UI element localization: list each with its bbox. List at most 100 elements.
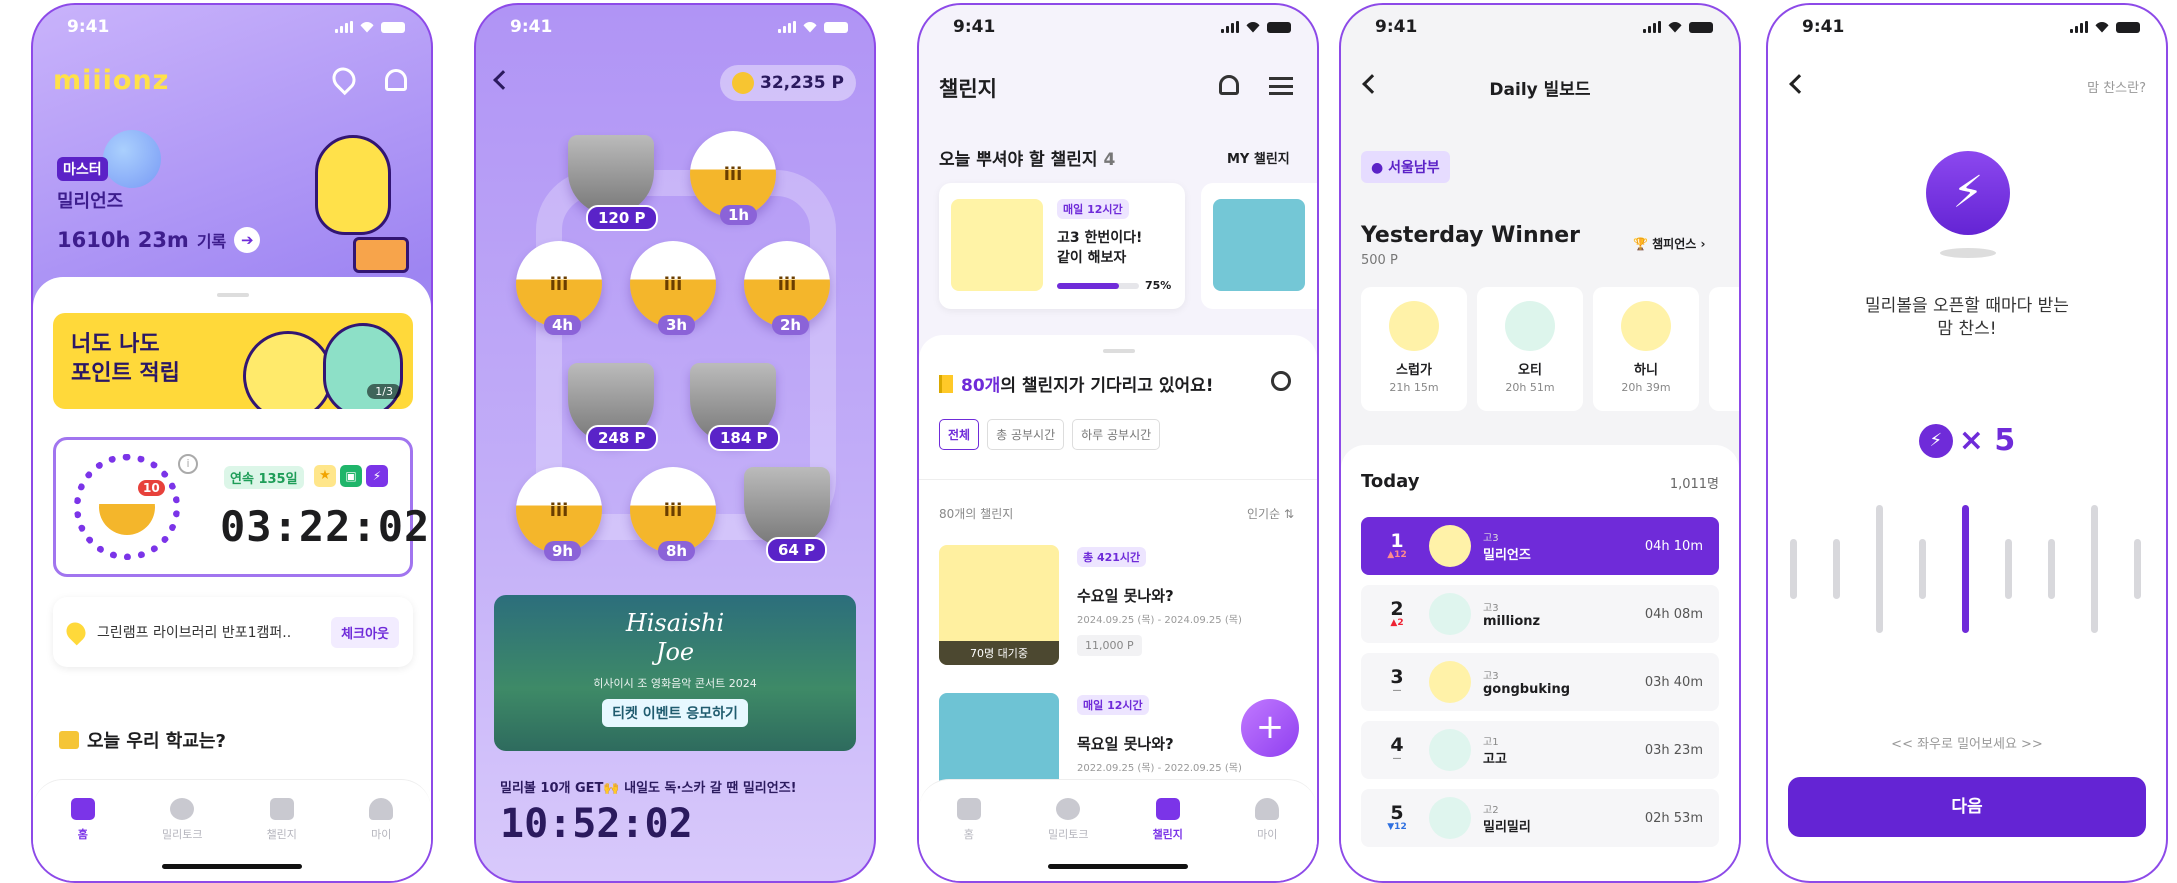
info-icon[interactable]: i xyxy=(178,454,198,474)
winner-points: 500 P xyxy=(1361,253,1398,268)
chance-message: 밀리볼을 오픈할 때마다 받는 맘 찬스! xyxy=(1865,296,2069,339)
help-link[interactable]: 맘 찬스란? xyxy=(2087,77,2146,96)
status-bar: 9:41 xyxy=(33,5,431,49)
nav-home[interactable]: 홈 xyxy=(939,798,999,881)
reward-label: 248 P xyxy=(586,425,658,451)
page-title: 챌린지 xyxy=(939,77,997,101)
champions-link[interactable]: 🏆 챔피언스 › xyxy=(1633,235,1705,252)
filter-daily[interactable]: 하루 공부시간 xyxy=(1072,419,1161,450)
bolt-icon: ⚡ xyxy=(1918,423,1953,458)
banner-mascot xyxy=(243,331,333,409)
winner-avatar xyxy=(1505,301,1555,351)
school-icon: ▣ xyxy=(340,465,362,487)
add-challenge-button[interactable]: + xyxy=(1241,699,1299,757)
bell-icon[interactable] xyxy=(1219,75,1239,95)
winner-card[interactable] xyxy=(1709,287,1739,411)
username: 밀리언즈 xyxy=(57,191,124,212)
location-card[interactable]: 그린램프 라이브러리 반포1캠퍼.. 체크아웃 xyxy=(53,597,413,667)
nav-home[interactable]: 홈 xyxy=(53,798,113,881)
rank-row[interactable]: 2 ▲2 고3 millionz 04h 08m xyxy=(1361,585,1719,643)
waiting-count: 70명 대기중 xyxy=(939,641,1059,665)
school-section-title: 오늘 우리 학교는? xyxy=(59,727,226,753)
reward-label: 3h xyxy=(658,315,696,335)
avatar xyxy=(1429,525,1471,567)
concert-banner[interactable]: Hisaishi Joe 히사이시 조 영화음악 콘서트 2024 티켓 이벤트 … xyxy=(494,595,856,751)
points-chip[interactable]: 32,235 P xyxy=(720,65,856,101)
bell-icon[interactable] xyxy=(385,69,407,91)
chance-screen: 9:41 맘 찬스란? ⚡ 밀리볼을 오픈할 때마다 받는 맘 찬스! ⚡ × 5 … xyxy=(1766,3,2168,883)
card-progress-pct: 75% xyxy=(1145,279,1172,292)
my-challenge-link[interactable]: MY 챌린지 xyxy=(1227,148,1290,167)
nav-my[interactable]: 마이 xyxy=(351,798,411,881)
card-thumbnail xyxy=(951,199,1043,291)
region-badge[interactable]: ● 서울남부 xyxy=(1361,151,1450,183)
item-tag: 매일 12시간 xyxy=(1077,695,1149,715)
back-icon[interactable] xyxy=(493,70,513,90)
card-tag: 매일 12시간 xyxy=(1057,199,1129,219)
home-icon xyxy=(956,798,981,820)
menu-icon[interactable] xyxy=(1269,77,1293,95)
study-timer-card[interactable]: 10 i 연속 135일 ★ ▣ ⚡ 03:22:02 xyxy=(53,437,429,577)
sort-dropdown[interactable]: 인기순 ⇅ xyxy=(1247,505,1294,522)
checkout-button[interactable]: 체크아웃 xyxy=(331,616,399,648)
location-pin-icon: ● xyxy=(1371,160,1384,176)
item-title: 수요일 못나와? xyxy=(1077,587,1174,605)
planet-decoration xyxy=(103,130,161,188)
concert-script: Hisaishi Joe xyxy=(625,609,725,666)
arrow-right-icon: ➔ xyxy=(234,227,261,253)
rank-row[interactable]: 3— 고3 gongbuking 03h 40m xyxy=(1361,653,1719,711)
back-icon[interactable] xyxy=(1789,74,1809,94)
sheet-handle[interactable] xyxy=(1103,349,1135,353)
app-logo: miiionz xyxy=(53,65,170,96)
next-challenge-card[interactable] xyxy=(1201,183,1317,309)
promo-banner[interactable]: 너도 나도 포인트 적립 1/3 xyxy=(53,313,413,409)
sheet-handle[interactable] xyxy=(217,293,249,297)
flag-icon xyxy=(269,798,294,820)
list-count: 80개의 챌린지 xyxy=(939,507,1014,521)
card-thumbnail xyxy=(1213,199,1305,291)
location-name: 그린램프 라이브러리 반포1캠퍼.. xyxy=(97,625,292,641)
today-sheet: Today 1,011명 1 ▲12 고3 밀리언즈 04h 10m 2 ▲2 고3 mill… xyxy=(1341,445,1739,881)
reward-label: 8h xyxy=(658,541,696,561)
filter-all[interactable]: 전체 xyxy=(939,419,980,450)
reward-label: 64 P xyxy=(766,537,828,563)
filter-total[interactable]: 총 공부시간 xyxy=(987,419,1065,450)
card-progress xyxy=(1057,283,1139,289)
card-title: 고3 한번이다! 같이 해보자 xyxy=(1057,230,1143,266)
winner-card[interactable]: 스럽가 21h 15m xyxy=(1361,287,1467,411)
list-item[interactable]: 70명 대기중 총 421시간 수요일 못나와? 2024.09.25 (목) … xyxy=(939,545,1299,669)
item-tag: 총 421시간 xyxy=(1077,547,1147,567)
location-pin-icon xyxy=(62,618,90,646)
flag-icon xyxy=(939,374,953,393)
multiplier: ⚡ × 5 xyxy=(1768,423,2166,458)
today-challenge-card[interactable]: 매일 12시간 고3 한번이다! 같이 해보자 75% xyxy=(939,183,1185,309)
slider-indicator[interactable] xyxy=(1962,505,1969,633)
chat-icon xyxy=(1056,798,1081,820)
reward-label: 184 P xyxy=(708,425,780,451)
coin-icon xyxy=(732,72,755,94)
item-date: 2024.09.25 (목) - 2024.09.25 (목) xyxy=(1077,615,1242,626)
item-thumbnail: 70명 대기중 xyxy=(939,545,1059,665)
next-button[interactable]: 다음 xyxy=(1788,777,2146,837)
nav-my[interactable]: 마이 xyxy=(1237,798,1297,881)
record-link[interactable]: 1610h 23m 기록 ➔ xyxy=(57,227,261,253)
winner-card[interactable]: 하니 20h 39m xyxy=(1593,287,1699,411)
concert-title: 히사이시 조 영화음악 콘서트 2024 xyxy=(593,676,757,690)
avatar xyxy=(1429,593,1471,635)
reward-label: 1h xyxy=(720,205,758,225)
ticket-button[interactable]: 티켓 이벤트 응모하기 xyxy=(602,698,748,727)
countdown: 10:52:02 xyxy=(500,801,693,847)
home-screen: 9:41 miiionz 마스터 밀리언즈 1610h 23m 기록 ➔ 너도 나도… xyxy=(31,3,433,883)
bolt-icon: ⚡ xyxy=(366,465,388,487)
rank-row[interactable]: 4— 고1 고고 03h 23m xyxy=(1361,721,1719,779)
rank-row[interactable]: 5 ▼12 고2 밀리밀리 02h 53m xyxy=(1361,789,1719,847)
winner-card[interactable]: 오티 20h 51m xyxy=(1477,287,1583,411)
search-icon[interactable] xyxy=(1271,371,1291,391)
challenge-screen: 9:41 챌린지 오늘 뿌셔야 할 챌린지 4 MY 챌린지 매일 12시간 고… xyxy=(917,3,1319,883)
location-pin-icon[interactable] xyxy=(327,62,361,96)
avatar xyxy=(1429,797,1471,839)
school-building-icon xyxy=(59,731,79,749)
item-date: 2022.09.25 (목) - 2022.09.25 (목) xyxy=(1077,763,1242,774)
opened-ball-4 xyxy=(744,467,830,547)
rank-row-highlight[interactable]: 1 ▲12 고3 밀리언즈 04h 10m xyxy=(1361,517,1719,575)
